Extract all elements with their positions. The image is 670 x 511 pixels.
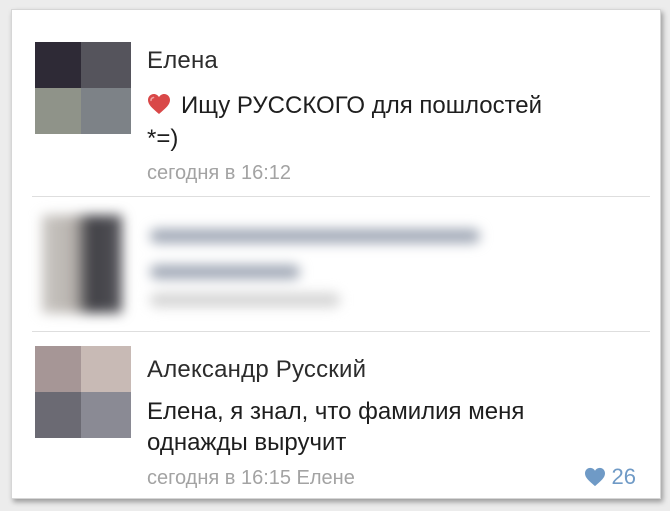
comment-text-line: однажды выручит: [147, 429, 347, 456]
comment-text: Елена, я знал, что фамилия меня однажды …: [147, 396, 627, 458]
like-count: 26: [611, 464, 636, 489]
blurred-meta: [150, 293, 340, 307]
avatar-pixel: [81, 392, 131, 438]
blurred-author: [150, 229, 480, 243]
avatar[interactable]: [35, 346, 131, 438]
comments-panel: Елена Ищу РУССКОГО для пошлостей *=) сег…: [11, 9, 661, 499]
avatar[interactable]: [42, 215, 122, 313]
avatar-pixel: [81, 88, 131, 134]
like-button[interactable]: 26: [584, 464, 636, 490]
comment-text-line: *=): [147, 125, 179, 152]
comment-text-line: Ищу РУССКОГО для пошлостей: [181, 92, 543, 119]
comment-author[interactable]: Александр Русский: [147, 356, 366, 384]
avatar-pixel: [81, 346, 131, 392]
avatar-pixel: [35, 42, 82, 88]
avatar-pixel: [81, 42, 131, 88]
heart-emoji-icon: [147, 92, 171, 123]
blurred-text: [150, 265, 300, 279]
comment-item: Елена Ищу РУССКОГО для пошлостей *=) сег…: [12, 10, 660, 196]
avatar-pixel: [35, 346, 82, 392]
comment-text: Ищу РУССКОГО для пошлостей *=): [147, 90, 627, 154]
avatar-pixel: [35, 88, 82, 134]
comment-item: Александр Русский Елена, я знал, что фам…: [12, 332, 660, 498]
comment-timestamp[interactable]: сегодня в 16:12: [147, 162, 291, 185]
avatar[interactable]: [35, 42, 131, 134]
comment-text-line: Елена, я знал, что фамилия меня: [147, 398, 525, 425]
avatar-pixel: [35, 392, 82, 438]
comment-item-blurred: [12, 197, 660, 331]
heart-icon: [584, 467, 605, 487]
comment-timestamp[interactable]: сегодня в 16:15 Елене: [147, 467, 355, 490]
comment-author[interactable]: Елена: [147, 47, 218, 75]
